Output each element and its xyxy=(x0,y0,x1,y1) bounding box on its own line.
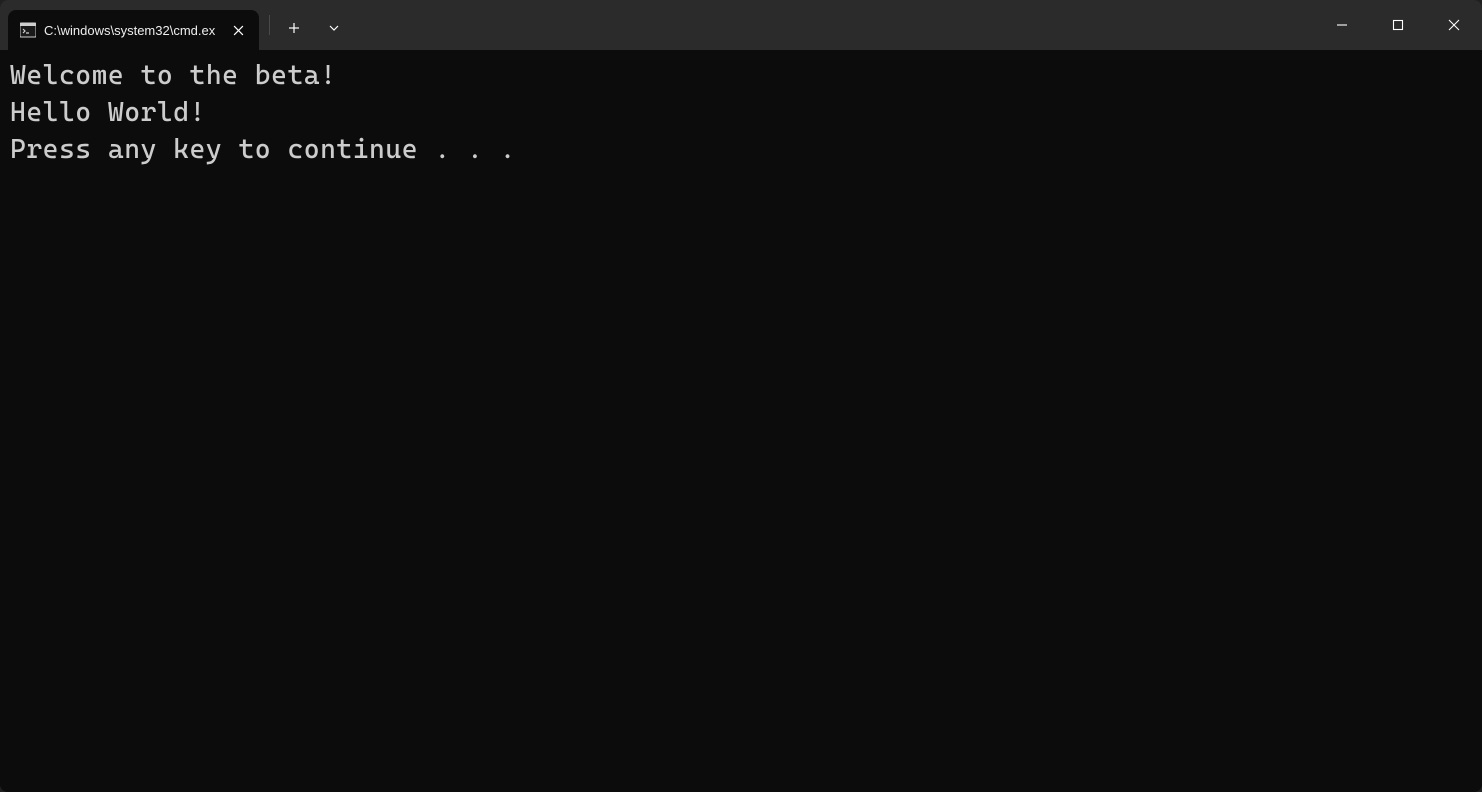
close-icon xyxy=(233,25,244,36)
titlebar[interactable]: C:\windows\system32\cmd.ex xyxy=(0,0,1482,50)
tab-actions xyxy=(265,0,354,50)
cmd-icon xyxy=(20,22,36,38)
plus-icon xyxy=(288,22,300,34)
terminal-line: Press any key to continue . . . xyxy=(10,132,1472,169)
terminal-window: C:\windows\system32\cmd.ex xyxy=(0,0,1482,792)
tab-title: C:\windows\system32\cmd.ex xyxy=(44,23,215,38)
tab-cmd[interactable]: C:\windows\system32\cmd.ex xyxy=(8,10,259,50)
minimize-button[interactable] xyxy=(1314,0,1370,50)
terminal-line: Welcome to the beta! xyxy=(10,58,1472,95)
window-controls xyxy=(1314,0,1482,50)
close-window-button[interactable] xyxy=(1426,0,1482,50)
tab-dropdown-button[interactable] xyxy=(314,8,354,48)
titlebar-drag-area[interactable] xyxy=(354,0,1314,50)
close-icon xyxy=(1448,19,1460,31)
tabs-area: C:\windows\system32\cmd.ex xyxy=(0,0,259,50)
maximize-button[interactable] xyxy=(1370,0,1426,50)
new-tab-button[interactable] xyxy=(274,8,314,48)
chevron-down-icon xyxy=(328,22,340,34)
tab-close-button[interactable] xyxy=(227,19,249,41)
terminal-line: Hello World! xyxy=(10,95,1472,132)
maximize-icon xyxy=(1392,19,1404,31)
terminal-content[interactable]: Welcome to the beta!Hello World!Press an… xyxy=(0,50,1482,792)
tab-divider xyxy=(269,15,270,35)
minimize-icon xyxy=(1336,19,1348,31)
